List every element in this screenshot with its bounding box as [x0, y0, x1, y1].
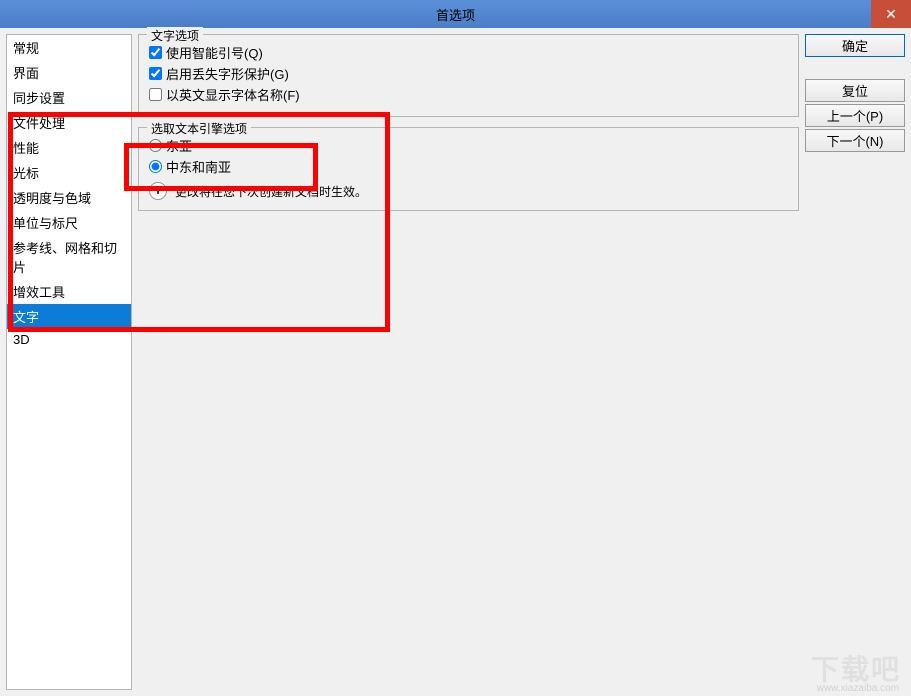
english-font-names-label: 以英文显示字体名称(F) [166, 85, 300, 104]
smart-quotes-label: 使用智能引号(Q) [166, 43, 263, 62]
sidebar-item-cursor[interactable]: 光标 [7, 160, 131, 185]
text-options-fieldset: 文字选项 使用智能引号(Q) 启用丢失字形保护(G) 以英文显示字体名称(F) [138, 34, 799, 117]
sidebar-item-type[interactable]: 文字 [7, 304, 131, 329]
ok-button[interactable]: 确定 [805, 34, 905, 57]
east-asia-row[interactable]: 东亚 [149, 136, 788, 155]
info-icon: i [149, 182, 167, 200]
sidebar-item-interface[interactable]: 界面 [7, 60, 131, 85]
reset-button[interactable]: 复位 [805, 79, 905, 102]
prev-button[interactable]: 上一个(P) [805, 104, 905, 127]
sidebar-item-units[interactable]: 单位与标尺 [7, 210, 131, 235]
sidebar-item-transparency[interactable]: 透明度与色域 [7, 185, 131, 210]
window-title: 首选项 [0, 5, 911, 24]
middle-east-row[interactable]: 中东和南亚 [149, 157, 788, 176]
sidebar-item-general[interactable]: 常规 [7, 35, 131, 60]
text-engine-fieldset: 选取文本引擎选项 东亚 中东和南亚 i 更改将在您下次创建新文档时生效。 [138, 127, 799, 211]
sidebar-item-performance[interactable]: 性能 [7, 135, 131, 160]
text-options-legend: 文字选项 [147, 27, 203, 44]
sidebar: 常规 界面 同步设置 文件处理 性能 光标 透明度与色域 单位与标尺 参考线、网… [6, 34, 132, 690]
east-asia-label: 东亚 [166, 136, 192, 155]
middle-east-label: 中东和南亚 [166, 157, 231, 176]
english-font-names-checkbox[interactable] [149, 88, 162, 101]
info-text: 更改将在您下次创建新文档时生效。 [175, 183, 367, 200]
sidebar-item-file-handling[interactable]: 文件处理 [7, 110, 131, 135]
missing-glyph-label: 启用丢失字形保护(G) [166, 64, 289, 83]
text-engine-legend: 选取文本引擎选项 [147, 120, 251, 137]
main-container: 常规 界面 同步设置 文件处理 性能 光标 透明度与色域 单位与标尺 参考线、网… [0, 28, 911, 696]
sidebar-item-3d[interactable]: 3D [7, 329, 131, 350]
sidebar-item-guides[interactable]: 参考线、网格和切片 [7, 235, 131, 279]
sidebar-item-sync[interactable]: 同步设置 [7, 85, 131, 110]
titlebar: 首选项 ✕ [0, 0, 911, 28]
smart-quotes-row[interactable]: 使用智能引号(Q) [149, 43, 788, 62]
smart-quotes-checkbox[interactable] [149, 46, 162, 59]
english-font-names-row[interactable]: 以英文显示字体名称(F) [149, 85, 788, 104]
content-area: 文字选项 使用智能引号(Q) 启用丢失字形保护(G) 以英文显示字体名称(F) … [138, 34, 799, 690]
missing-glyph-row[interactable]: 启用丢失字形保护(G) [149, 64, 788, 83]
middle-east-radio[interactable] [149, 160, 162, 173]
missing-glyph-checkbox[interactable] [149, 67, 162, 80]
info-row: i 更改将在您下次创建新文档时生效。 [149, 182, 788, 200]
sidebar-item-plugins[interactable]: 增效工具 [7, 279, 131, 304]
close-button[interactable]: ✕ [871, 0, 911, 28]
east-asia-radio[interactable] [149, 139, 162, 152]
close-icon: ✕ [885, 6, 897, 23]
next-button[interactable]: 下一个(N) [805, 129, 905, 152]
button-panel: 确定 复位 上一个(P) 下一个(N) [805, 34, 905, 690]
